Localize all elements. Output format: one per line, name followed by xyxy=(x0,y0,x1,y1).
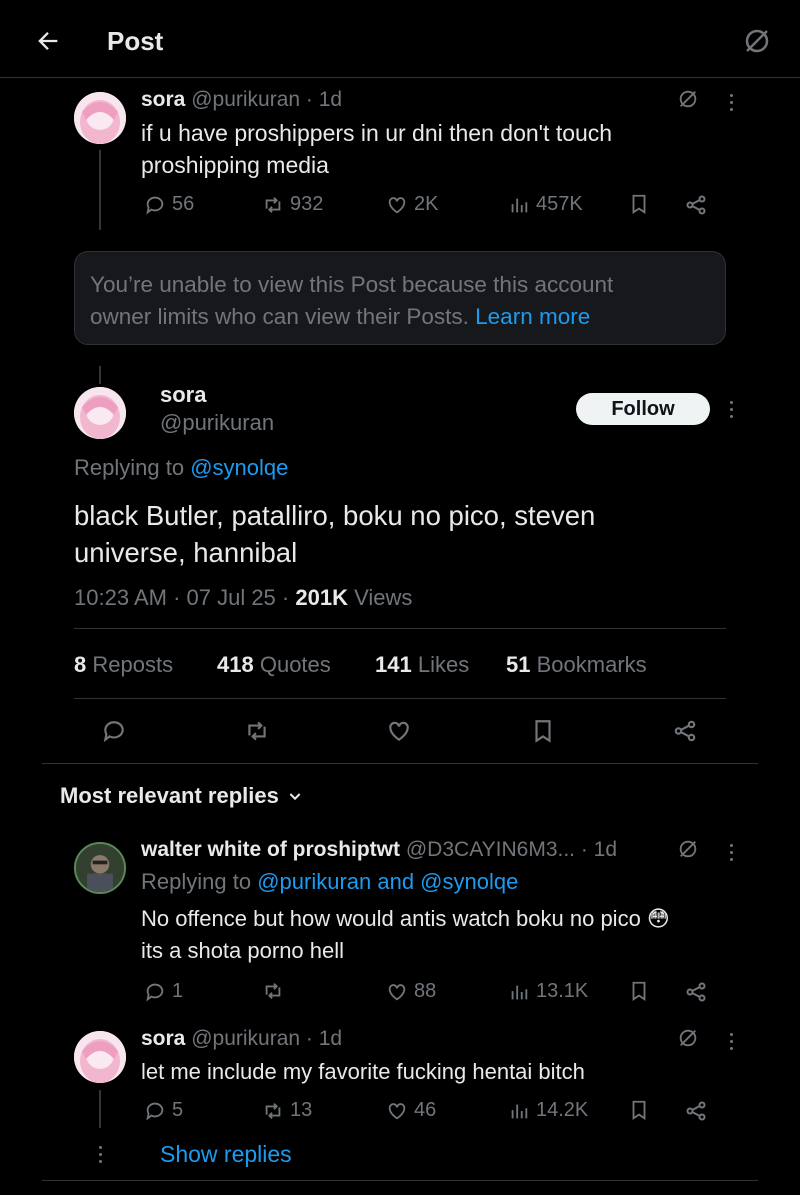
post-timestamp: 10:23 AM · 07 Jul 25 · 201K Views xyxy=(74,585,413,610)
grok-icon[interactable] xyxy=(742,26,772,56)
like-icon xyxy=(386,981,408,1003)
thread-line xyxy=(99,150,101,230)
back-arrow-icon[interactable] xyxy=(34,27,62,55)
author-handle[interactable]: @purikuran xyxy=(191,88,300,111)
post-text: if u have proshippers in ur dni then don… xyxy=(141,120,613,178)
bookmark-icon[interactable] xyxy=(530,718,556,744)
learn-more-link[interactable]: Learn more xyxy=(475,304,590,329)
thread-line xyxy=(99,1090,101,1128)
author-name[interactable]: sora xyxy=(141,88,185,111)
repost-button[interactable]: 932 xyxy=(262,193,323,216)
replies-sort-toggle[interactable]: Most relevant replies xyxy=(60,783,303,809)
author-name[interactable]: walter white of proshiptwt xyxy=(141,838,400,861)
share-icon[interactable] xyxy=(684,193,708,217)
post-meta: sora @purikuran · 1d xyxy=(141,88,342,112)
thread-line xyxy=(99,366,101,384)
reply-button[interactable]: 56 xyxy=(144,193,194,216)
like-button[interactable]: 88 xyxy=(386,980,436,1003)
stat-likes[interactable]: 141 Likes xyxy=(375,652,469,678)
more-icon[interactable] xyxy=(728,94,734,111)
header: Post xyxy=(0,0,800,78)
bookmark-icon[interactable] xyxy=(628,193,650,215)
replying-to: Replying to @synolqe xyxy=(74,455,289,480)
repost-button[interactable]: 13 xyxy=(262,1099,312,1122)
like-icon[interactable] xyxy=(386,718,412,744)
author-handle[interactable]: @purikuran xyxy=(191,1027,300,1050)
repost-icon[interactable] xyxy=(244,718,270,744)
divider xyxy=(42,763,758,764)
author-handle[interactable]: @D3CAYIN6M3... xyxy=(406,838,575,861)
page-title: Post xyxy=(107,26,164,56)
views-button[interactable]: 457K xyxy=(508,193,583,216)
avatar[interactable] xyxy=(74,92,126,144)
author-handle[interactable]: @purikuran xyxy=(160,410,274,436)
like-button[interactable]: 46 xyxy=(386,1099,436,1122)
author-name[interactable]: sora xyxy=(141,1027,185,1050)
like-button[interactable]: 2K xyxy=(386,193,438,216)
grok-icon[interactable] xyxy=(677,838,699,860)
views-button[interactable]: 13.1K xyxy=(508,980,588,1003)
share-icon[interactable] xyxy=(684,980,708,1004)
replying-to-link[interactable]: @purikuran and @synolqe xyxy=(257,869,518,894)
share-icon[interactable] xyxy=(672,718,698,744)
chevron-down-icon xyxy=(287,788,303,804)
reply-text: let me include my favorite fucking henta… xyxy=(141,1059,585,1084)
bookmark-icon[interactable] xyxy=(628,1099,650,1121)
stat-quotes[interactable]: 418 Quotes xyxy=(217,652,331,678)
reply-text: No offence but how would antis watch bok… xyxy=(141,906,670,963)
more-icon[interactable] xyxy=(728,401,734,418)
divider xyxy=(74,698,726,699)
reply-icon xyxy=(144,1100,166,1122)
views-button[interactable]: 14.2K xyxy=(508,1099,588,1122)
thread-dots xyxy=(97,1146,103,1163)
divider xyxy=(42,1180,758,1181)
avatar[interactable] xyxy=(74,387,126,439)
follow-button[interactable]: Follow xyxy=(576,393,710,425)
reply-button[interactable]: 1 xyxy=(144,980,183,1003)
reply-meta: walter white of proshiptwt @D3CAYIN6M3..… xyxy=(141,838,617,862)
reply-button[interactable]: 5 xyxy=(144,1099,183,1122)
more-icon[interactable] xyxy=(728,844,734,861)
reply-icon[interactable] xyxy=(101,718,127,744)
replying-to: Replying to @purikuran and @synolqe xyxy=(141,869,519,894)
avatar[interactable] xyxy=(74,842,126,894)
avatar[interactable] xyxy=(74,1031,126,1083)
post-time[interactable]: · 1d xyxy=(306,88,342,111)
stat-bookmarks[interactable]: 51 Bookmarks xyxy=(506,652,647,678)
grok-icon[interactable] xyxy=(677,88,699,110)
post-time[interactable]: · 1d xyxy=(306,1027,342,1050)
like-icon xyxy=(386,1100,408,1122)
bookmark-icon[interactable] xyxy=(628,980,650,1002)
restricted-notice: You’re unable to view this Post because … xyxy=(74,251,726,345)
repost-button[interactable] xyxy=(262,980,290,1002)
views-icon xyxy=(508,1100,530,1122)
views-icon xyxy=(508,981,530,1003)
reply-icon xyxy=(144,981,166,1003)
repost-icon xyxy=(262,194,284,216)
views-icon xyxy=(508,194,530,216)
stat-reposts[interactable]: 8 Reposts xyxy=(74,652,173,678)
grok-icon[interactable] xyxy=(677,1027,699,1049)
show-replies-link[interactable]: Show replies xyxy=(160,1141,292,1168)
author-name[interactable]: sora xyxy=(160,382,206,408)
replying-to-link[interactable]: @synolqe xyxy=(190,455,288,480)
like-icon xyxy=(386,194,408,216)
divider xyxy=(74,628,726,629)
repost-icon xyxy=(262,1100,284,1122)
reply-meta: sora @purikuran · 1d xyxy=(141,1027,342,1051)
more-icon[interactable] xyxy=(728,1033,734,1050)
post-text: black Butler, patalliro, boku no pico, s… xyxy=(74,500,596,568)
share-icon[interactable] xyxy=(684,1099,708,1123)
post-time[interactable]: · 1d xyxy=(581,838,617,861)
repost-icon xyxy=(262,980,284,1002)
reply-icon xyxy=(144,194,166,216)
